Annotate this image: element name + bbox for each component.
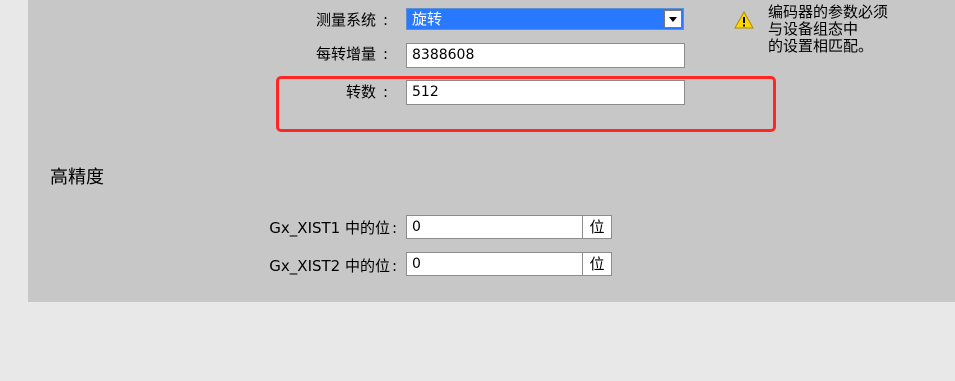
measuring-system-value: 旋转 [412, 10, 443, 28]
xist2-label: Gx_XIST2 中的位 [269, 257, 390, 275]
xist2-input[interactable]: 0 [406, 252, 584, 276]
colon: : [383, 11, 389, 29]
colon: : [383, 45, 389, 63]
chevron-down-icon[interactable] [664, 10, 682, 28]
warning-icon [734, 11, 754, 29]
highlight-box [276, 76, 776, 132]
colon: : [392, 219, 398, 237]
xist1-unit: 位 [582, 215, 612, 239]
increments-label: 每转增量 [315, 45, 376, 63]
footer-area [0, 302, 955, 381]
xist2-unit: 位 [582, 252, 612, 276]
measuring-system-label: 测量系统 [315, 11, 376, 29]
increments-input[interactable]: 8388608 [406, 43, 685, 68]
measuring-system-select[interactable]: 旋转 [406, 8, 684, 30]
xist1-input[interactable]: 0 [406, 215, 584, 239]
section-title-high-precision: 高精度 [50, 167, 104, 188]
xist1-label: Gx_XIST1 中的位 [269, 219, 390, 237]
colon: : [392, 257, 398, 275]
encoder-note: 编码器的参数必须 与设备组态中 的设置相匹配。 [768, 3, 889, 55]
